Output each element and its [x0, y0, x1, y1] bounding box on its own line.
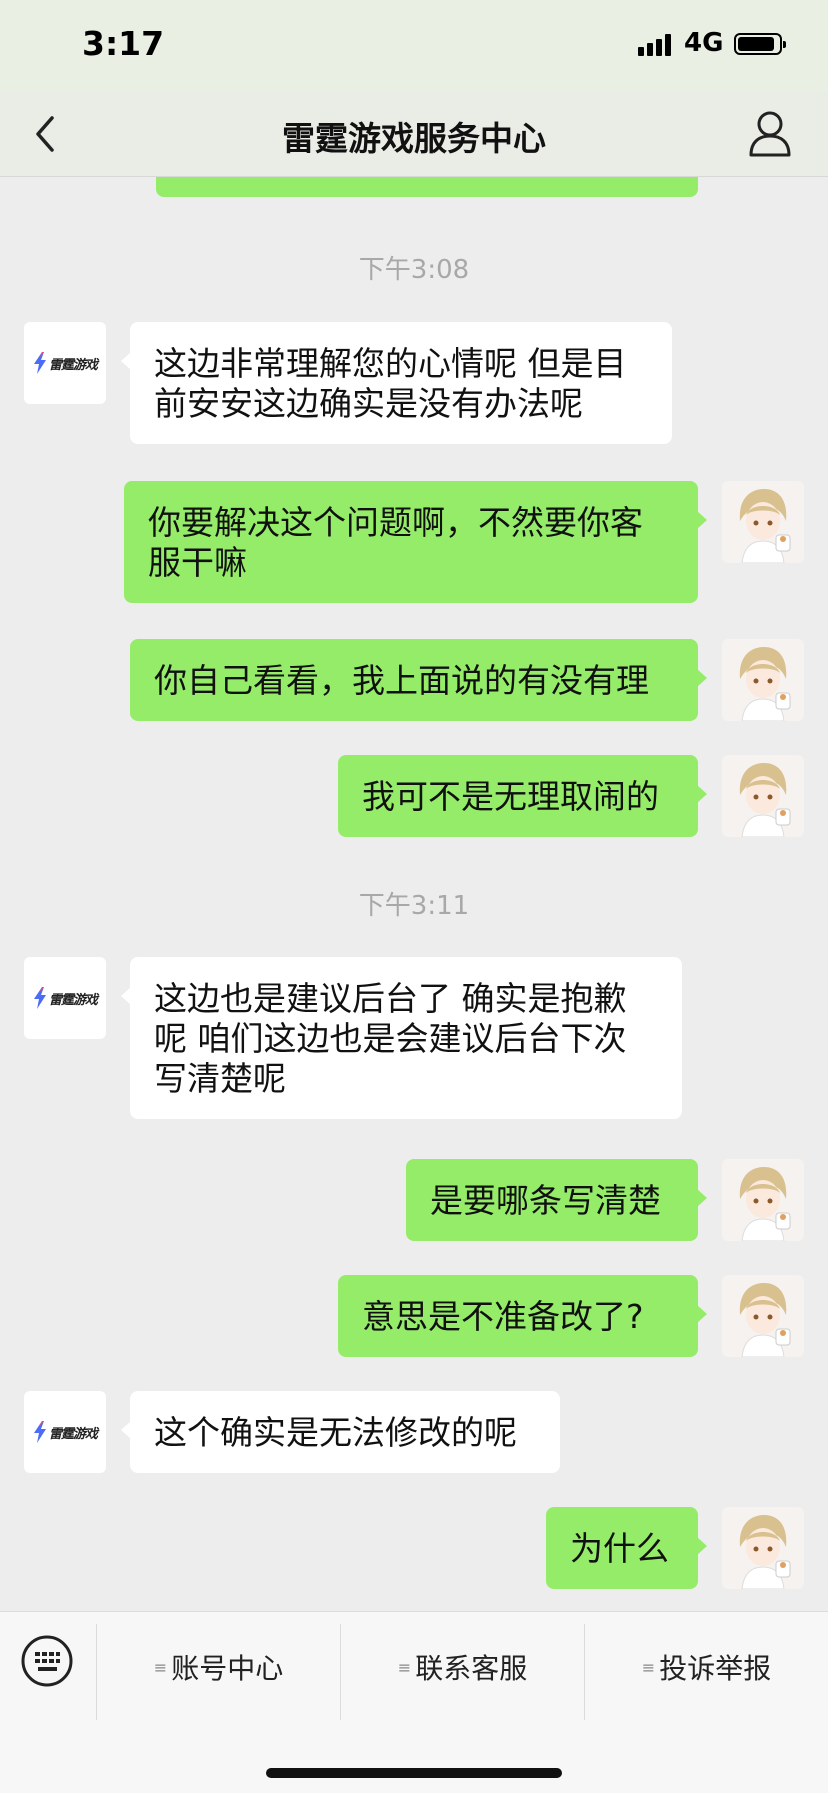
user-avatar[interactable]: [722, 1159, 804, 1241]
nav-bar: 雷霆游戏服务中心: [0, 92, 828, 177]
user-avatar[interactable]: [722, 481, 804, 563]
user-avatar[interactable]: [722, 755, 804, 837]
service-avatar[interactable]: 雷霆游戏: [24, 1391, 106, 1473]
timestamp: 下午3:08: [358, 255, 470, 285]
service-avatar[interactable]: 雷霆游戏: [24, 322, 106, 404]
leiting-logo: 雷霆游戏: [33, 352, 98, 374]
menu-icon: ≡: [397, 1657, 412, 1677]
bolt-icon: [33, 987, 46, 1009]
message-bubble-incoming[interactable]: 这个确实是无法修改的呢: [121, 1391, 560, 1473]
anime-avatar-image: [722, 1159, 804, 1241]
leiting-logo: 雷霆游戏: [33, 1421, 98, 1443]
message-bubble-incoming[interactable]: 这边非常理解您的心情呢 但是目前安安这边确实是没有办法呢: [121, 322, 672, 444]
message-bubble-outgoing[interactable]: 你要解决这个问题啊，不然要你客服干嘛: [124, 481, 707, 603]
menu-item-account-center[interactable]: ≡ 账号中心: [97, 1612, 340, 1722]
battery-icon: [734, 33, 786, 55]
status-time: 3:17: [82, 24, 165, 63]
leiting-logo: 雷霆游戏: [33, 987, 98, 1009]
timestamp: 下午3:11: [358, 891, 470, 921]
message-bubble-outgoing[interactable]: 意思是不准备改了?: [338, 1275, 707, 1357]
message-bubble-outgoing[interactable]: 我可不是无理取闹的: [338, 755, 707, 837]
user-avatar[interactable]: [722, 1275, 804, 1357]
user-avatar[interactable]: [722, 639, 804, 721]
service-avatar[interactable]: 雷霆游戏: [24, 957, 106, 1039]
status-bar: 3:17 4G: [0, 0, 828, 92]
page-title: 雷霆游戏服务中心: [282, 119, 546, 158]
anime-avatar-image: [722, 1275, 804, 1357]
home-indicator[interactable]: [266, 1768, 562, 1778]
menu-icon: ≡: [153, 1657, 168, 1677]
message-bubble-outgoing[interactable]: 为什么: [546, 1507, 707, 1589]
anime-avatar-image: [722, 639, 804, 721]
chat-area[interactable]: 下午3:08 雷霆游戏 这边非常理解您的心情呢 但是目前安安这边确实是没有办法呢…: [0, 177, 828, 1611]
bolt-icon: [33, 1421, 46, 1443]
message-bubble-outgoing[interactable]: 是要哪条写清楚: [406, 1159, 707, 1241]
anime-avatar-image: [722, 481, 804, 563]
menu-icon: ≡: [641, 1657, 656, 1677]
message-bubble-outgoing[interactable]: 你自己看看，我上面说的有没有理: [130, 639, 707, 721]
menu-item-complaint[interactable]: ≡ 投诉举报: [585, 1612, 828, 1722]
menu-item-contact-service[interactable]: ≡ 联系客服: [341, 1612, 584, 1722]
network-type: 4G: [684, 28, 724, 58]
message-bubble-partial: [156, 177, 698, 197]
keyboard-icon[interactable]: [20, 1634, 74, 1688]
profile-icon[interactable]: [748, 108, 792, 158]
user-avatar[interactable]: [722, 1507, 804, 1589]
anime-avatar-image: [722, 1507, 804, 1589]
message-bubble-incoming[interactable]: 这边也是建议后台了 确实是抱歉呢 咱们这边也是会建议后台下次写清楚呢: [121, 957, 682, 1119]
bolt-icon: [33, 352, 46, 374]
bottom-menu-bar: ≡ 账号中心 ≡ 联系客服 ≡ 投诉举报: [0, 1611, 828, 1793]
signal-icon: [638, 34, 671, 56]
anime-avatar-image: [722, 755, 804, 837]
